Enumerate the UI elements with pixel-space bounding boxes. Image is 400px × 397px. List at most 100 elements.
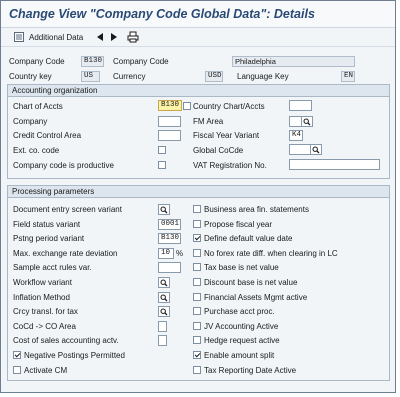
- proc-option-label: JV Accounting Active: [204, 322, 279, 331]
- company-name-label: Company Code: [113, 57, 169, 66]
- proc-option-label: Tax base is net value: [204, 263, 279, 272]
- currency-field[interactable]: USD: [205, 71, 223, 82]
- ext-co-code-label: Ext. co. code: [13, 146, 60, 155]
- proc-option-checkbox[interactable]: [193, 234, 201, 242]
- proc-option-label: Business area fin. statements: [204, 205, 309, 214]
- proc-param-field[interactable]: [158, 262, 181, 273]
- proc-param-checkbox[interactable]: [13, 351, 21, 359]
- country-key-label: Country key: [9, 72, 52, 81]
- proc-param-label: Cost of sales accounting actv.: [13, 336, 119, 345]
- additional-data-button[interactable]: Additional Data: [13, 30, 83, 44]
- productive-checkbox[interactable]: [158, 161, 166, 169]
- company-code-label: Company Code: [9, 57, 65, 66]
- percent-unit-label: %: [176, 249, 184, 258]
- proc-option-checkbox[interactable]: [193, 293, 201, 301]
- application-toolbar: Additional Data: [1, 28, 395, 47]
- proc-param-field[interactable]: [158, 335, 167, 346]
- global-cocde-search-icon[interactable]: [310, 144, 322, 155]
- previous-entry-button[interactable]: [96, 30, 104, 44]
- company-name-field[interactable]: Philadelphia: [232, 56, 355, 67]
- proc-param-checkbox-label: Activate CM: [24, 366, 68, 375]
- proc-param-label: Workflow variant: [13, 278, 72, 287]
- proc-option-label: Tax Reporting Date Active: [204, 366, 297, 375]
- language-key-field[interactable]: EN: [341, 71, 355, 82]
- credit-control-field[interactable]: [158, 130, 181, 141]
- vat-field[interactable]: [289, 159, 380, 170]
- proc-param-field[interactable]: [158, 321, 167, 332]
- country-chart-field[interactable]: [289, 100, 312, 111]
- proc-param-field[interactable]: 0001: [158, 219, 181, 230]
- proc-option-label: Define default value date: [204, 234, 293, 243]
- proc-param-checkbox[interactable]: [13, 366, 21, 374]
- proc-option-checkbox[interactable]: [193, 263, 201, 271]
- sap-window: Change View "Company Code Global Data": …: [0, 0, 396, 393]
- chart-of-accts-field[interactable]: B130: [158, 100, 182, 111]
- proc-option-checkbox[interactable]: [193, 249, 201, 257]
- fm-area-label: FM Area: [193, 117, 224, 126]
- fiscal-year-label: Fiscal Year Variant: [193, 131, 260, 140]
- accounting-organization-header: Accounting organization: [8, 85, 389, 97]
- proc-option-label: Purchase acct proc.: [204, 307, 275, 316]
- ext-co-code-checkbox[interactable]: [158, 146, 166, 154]
- proc-param-search-field[interactable]: [158, 277, 170, 288]
- vat-label: VAT Registration No.: [193, 161, 267, 170]
- proc-option-checkbox[interactable]: [193, 278, 201, 286]
- proc-option-label: Financial Assets Mgmt active: [204, 293, 308, 302]
- proc-param-label: CoCd -> CO Area: [13, 322, 76, 331]
- proc-option-checkbox[interactable]: [193, 336, 201, 344]
- additional-data-label: Additional Data: [29, 32, 84, 42]
- proc-option-label: Hedge request active: [204, 336, 280, 345]
- proc-option-label: Enable amount split: [204, 351, 275, 360]
- proc-param-label: Pstng period variant: [13, 234, 85, 243]
- magnifier-icon: [160, 206, 168, 213]
- company-field[interactable]: [158, 116, 181, 127]
- credit-control-label: Credit Control Area: [13, 131, 82, 140]
- proc-option-checkbox[interactable]: [193, 351, 201, 359]
- global-cocde-label: Global CoCde: [193, 146, 244, 155]
- company-label: Company: [13, 117, 48, 126]
- next-entry-button[interactable]: [110, 30, 118, 44]
- language-key-label: Language Key: [237, 72, 289, 81]
- proc-param-search-field[interactable]: [158, 306, 170, 317]
- proc-option-checkbox[interactable]: [193, 366, 201, 374]
- country-chart-label: Country Chart/Accts: [193, 102, 265, 111]
- proc-param-field[interactable]: B130: [158, 233, 181, 244]
- country-key-field[interactable]: US: [81, 71, 100, 82]
- currency-label: Currency: [113, 72, 146, 81]
- magnifier-icon: [160, 279, 168, 286]
- proc-option-checkbox[interactable]: [193, 307, 201, 315]
- proc-param-label: Sample acct rules var.: [13, 263, 92, 272]
- page-title: Change View "Company Code Global Data": …: [9, 7, 315, 21]
- proc-option-checkbox[interactable]: [193, 220, 201, 228]
- proc-option-label: Discount base is net value: [204, 278, 298, 287]
- chart-of-accts-search-icon[interactable]: [183, 102, 191, 110]
- additional-data-icon: [14, 32, 24, 42]
- proc-param-label: Max. exchange rate deviation: [13, 249, 118, 258]
- proc-param-label: Crcy transl. for tax: [13, 307, 78, 316]
- proc-param-search-field[interactable]: [158, 292, 170, 303]
- triangle-left-icon: [97, 33, 103, 41]
- accounting-organization-heading: Accounting organization: [12, 86, 98, 95]
- chart-of-accts-label: Chart of Accts: [13, 102, 63, 111]
- fm-area-search-icon[interactable]: [301, 116, 313, 127]
- proc-option-checkbox[interactable]: [193, 322, 201, 330]
- proc-param-checkbox-label: Negative Postings Permitted: [24, 351, 125, 360]
- proc-option-label: Propose fiscal year: [204, 220, 273, 229]
- proc-param-label: Inflation Method: [13, 293, 70, 302]
- max-exchange-rate-field[interactable]: 10: [158, 248, 174, 259]
- fiscal-year-field[interactable]: K4: [289, 130, 303, 141]
- proc-option-label: No forex rate diff. when clearing in LC: [204, 249, 338, 258]
- magnifier-icon: [160, 308, 168, 315]
- print-button[interactable]: [127, 30, 139, 44]
- magnifier-icon: [160, 294, 168, 301]
- triangle-right-icon: [111, 33, 117, 41]
- productive-label: Company code is productive: [13, 161, 114, 170]
- proc-option-checkbox[interactable]: [193, 205, 201, 213]
- proc-param-label: Field status variant: [13, 220, 81, 229]
- proc-param-search-field[interactable]: [158, 204, 170, 215]
- company-code-field: B130: [81, 56, 104, 67]
- proc-param-label: Document entry screen variant: [13, 205, 122, 214]
- printer-icon: [127, 31, 139, 43]
- processing-parameters-header: Processing parameters: [8, 186, 389, 198]
- title-bar: Change View "Company Code Global Data": …: [1, 1, 395, 28]
